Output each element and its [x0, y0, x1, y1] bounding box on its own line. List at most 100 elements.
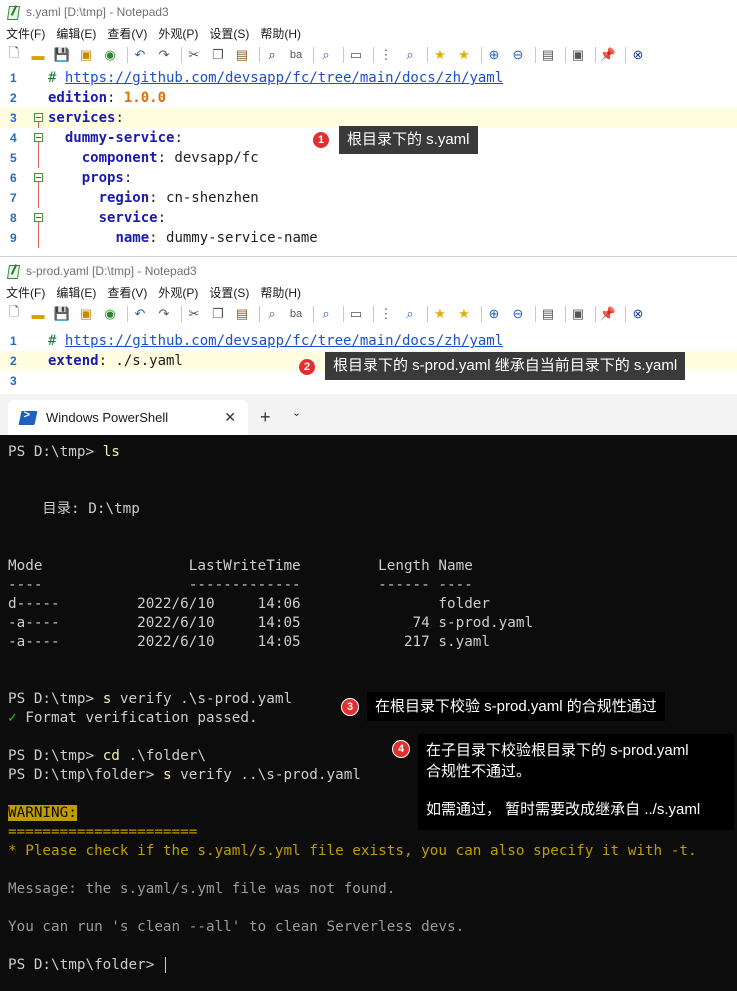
- menu-view[interactable]: 查看(V): [107, 284, 147, 301]
- exit-icon[interactable]: ⊗: [628, 304, 648, 324]
- zoom-in-icon[interactable]: ⊕: [484, 304, 504, 324]
- cut-icon[interactable]: ✂: [184, 304, 204, 324]
- paste-icon[interactable]: ▤: [232, 304, 252, 324]
- new-file-icon[interactable]: 🗋: [4, 45, 24, 65]
- line-number: 6: [10, 171, 17, 185]
- schemes-icon[interactable]: ▤: [538, 304, 558, 324]
- code-token: services: [48, 110, 116, 126]
- find-icon[interactable]: ⌕: [262, 304, 282, 324]
- code-link[interactable]: https://github.com/devsapp/fc/tree/main/…: [65, 333, 503, 349]
- menu-file[interactable]: 文件(F): [6, 25, 45, 42]
- menu-file[interactable]: 文件(F): [6, 284, 45, 301]
- goto-icon[interactable]: ⋮: [376, 45, 396, 65]
- browse-icon[interactable]: ◉: [100, 45, 120, 65]
- fold-toggle-icon[interactable]: [28, 128, 48, 148]
- menu-settings[interactable]: 设置(S): [209, 25, 249, 42]
- menu-edit[interactable]: 编辑(E): [56, 25, 96, 42]
- annotation-badge-3: 3: [341, 698, 359, 716]
- print-preview-icon[interactable]: ⌕: [316, 45, 336, 65]
- prompt: PS D:\tmp\folder>: [8, 767, 163, 783]
- line-number: 5: [10, 151, 17, 165]
- code-token: service: [98, 210, 158, 226]
- chevron-down-icon[interactable]: ⌄: [292, 406, 301, 419]
- menu-settings[interactable]: 设置(S): [209, 284, 249, 301]
- prompt: PS D:\tmp>: [8, 444, 103, 460]
- command-args: verify ..\s-prod.yaml: [171, 767, 361, 783]
- command: cd: [102, 748, 120, 764]
- save-icon[interactable]: 💾: [52, 45, 72, 65]
- open-folder-icon[interactable]: ▬: [28, 304, 48, 324]
- exit-icon[interactable]: ⊗: [628, 45, 648, 65]
- menu-appearance[interactable]: 外观(P): [158, 25, 198, 42]
- pin-icon[interactable]: 📌: [598, 304, 618, 324]
- menu-help[interactable]: 帮助(H): [260, 284, 301, 301]
- new-file-icon[interactable]: 🗋: [4, 304, 24, 324]
- goto-icon[interactable]: ⋮: [376, 304, 396, 324]
- code-link[interactable]: https://github.com/devsapp/fc/tree/main/…: [65, 70, 503, 86]
- zoom-in-icon[interactable]: ⊕: [484, 45, 504, 65]
- redo-icon[interactable]: ↷: [154, 304, 174, 324]
- replace-icon[interactable]: ba: [286, 45, 306, 65]
- table-row: -a---- 2022/6/10 14:05 74 s-prod.yaml: [8, 615, 534, 631]
- monitor-icon[interactable]: ▣: [568, 45, 588, 65]
- find-icon[interactable]: ⌕: [262, 45, 282, 65]
- menu-view[interactable]: 查看(V): [107, 25, 147, 42]
- new-tab-plus-icon[interactable]: +: [260, 407, 271, 428]
- annotation-badge-1: 1: [312, 131, 330, 149]
- fold-toggle-icon[interactable]: [28, 168, 48, 188]
- annotation-badge-4: 4: [392, 740, 410, 758]
- favorite-star-icon[interactable]: ★: [430, 45, 450, 65]
- code-editor[interactable]: 1 # https://github.com/devsapp/fc/tree/ma…: [0, 68, 737, 248]
- powershell-icon: [18, 410, 38, 425]
- replace-icon[interactable]: ba: [286, 304, 306, 324]
- annotation-line: 合规性不通过。: [426, 763, 532, 780]
- browse-icon[interactable]: ◉: [100, 304, 120, 324]
- code-text: # https://github.com/devsapp/fc/tree/mai…: [48, 333, 503, 349]
- word-wrap-icon[interactable]: ▭: [346, 304, 366, 324]
- pin-icon[interactable]: 📌: [598, 45, 618, 65]
- save-icon[interactable]: 💾: [52, 304, 72, 324]
- zoom-out-icon[interactable]: ⊖: [508, 45, 528, 65]
- code-token: region: [98, 190, 150, 206]
- add-favorite-icon[interactable]: ★: [454, 45, 474, 65]
- menu-help[interactable]: 帮助(H): [260, 25, 301, 42]
- code-token: :: [107, 90, 124, 106]
- code-line: 1 # https://github.com/devsapp/fc/tree/ma…: [0, 331, 737, 351]
- word-wrap-icon[interactable]: ▭: [346, 45, 366, 65]
- cut-icon[interactable]: ✂: [184, 45, 204, 65]
- copy-icon[interactable]: ❐: [208, 45, 228, 65]
- undo-icon[interactable]: ↶: [130, 45, 150, 65]
- zoom-out-icon[interactable]: ⊖: [508, 304, 528, 324]
- copy-icon[interactable]: ❐: [208, 304, 228, 324]
- fold-toggle-icon[interactable]: [28, 108, 48, 128]
- add-favorite-icon[interactable]: ★: [454, 304, 474, 324]
- monitor-icon[interactable]: ▣: [568, 304, 588, 324]
- success-message: Format verification passed.: [16, 710, 258, 726]
- menu-appearance[interactable]: 外观(P): [158, 284, 198, 301]
- fold-toggle-icon[interactable]: [28, 208, 48, 228]
- code-token: #: [48, 333, 65, 349]
- code-text: props:: [48, 170, 133, 186]
- line-number: 1: [10, 71, 17, 85]
- search-icon[interactable]: ⌕: [400, 45, 420, 65]
- redo-icon[interactable]: ↷: [154, 45, 174, 65]
- search-icon[interactable]: ⌕: [400, 304, 420, 324]
- open-folder-icon[interactable]: ▬: [28, 45, 48, 65]
- toolbar: 🗋 ▬ 💾 ▣ ◉ ↶ ↷ ✂ ❐ ▤ ⌕ ba ⌕ ▭ ⋮ ⌕ ★ ★ ⊕ ⊖…: [0, 42, 737, 68]
- code-token: : cn-shenzhen: [149, 190, 259, 206]
- undo-icon[interactable]: ↶: [130, 304, 150, 324]
- code-token: :: [157, 210, 167, 226]
- tab-windows-powershell[interactable]: Windows PowerShell ✕: [8, 400, 248, 435]
- menu-edit[interactable]: 编辑(E): [56, 284, 96, 301]
- close-tab-icon[interactable]: ✕: [224, 409, 236, 426]
- code-line: 1 # https://github.com/devsapp/fc/tree/ma…: [0, 68, 737, 88]
- save-as-icon[interactable]: ▣: [76, 45, 96, 65]
- paste-icon[interactable]: ▤: [232, 45, 252, 65]
- schemes-icon[interactable]: ▤: [538, 45, 558, 65]
- code-token: : ./s.yaml: [98, 353, 183, 369]
- save-as-icon[interactable]: ▣: [76, 304, 96, 324]
- print-preview-icon[interactable]: ⌕: [316, 304, 336, 324]
- fold-margin: [28, 351, 48, 371]
- favorite-star-icon[interactable]: ★: [430, 304, 450, 324]
- code-token: #: [48, 70, 65, 86]
